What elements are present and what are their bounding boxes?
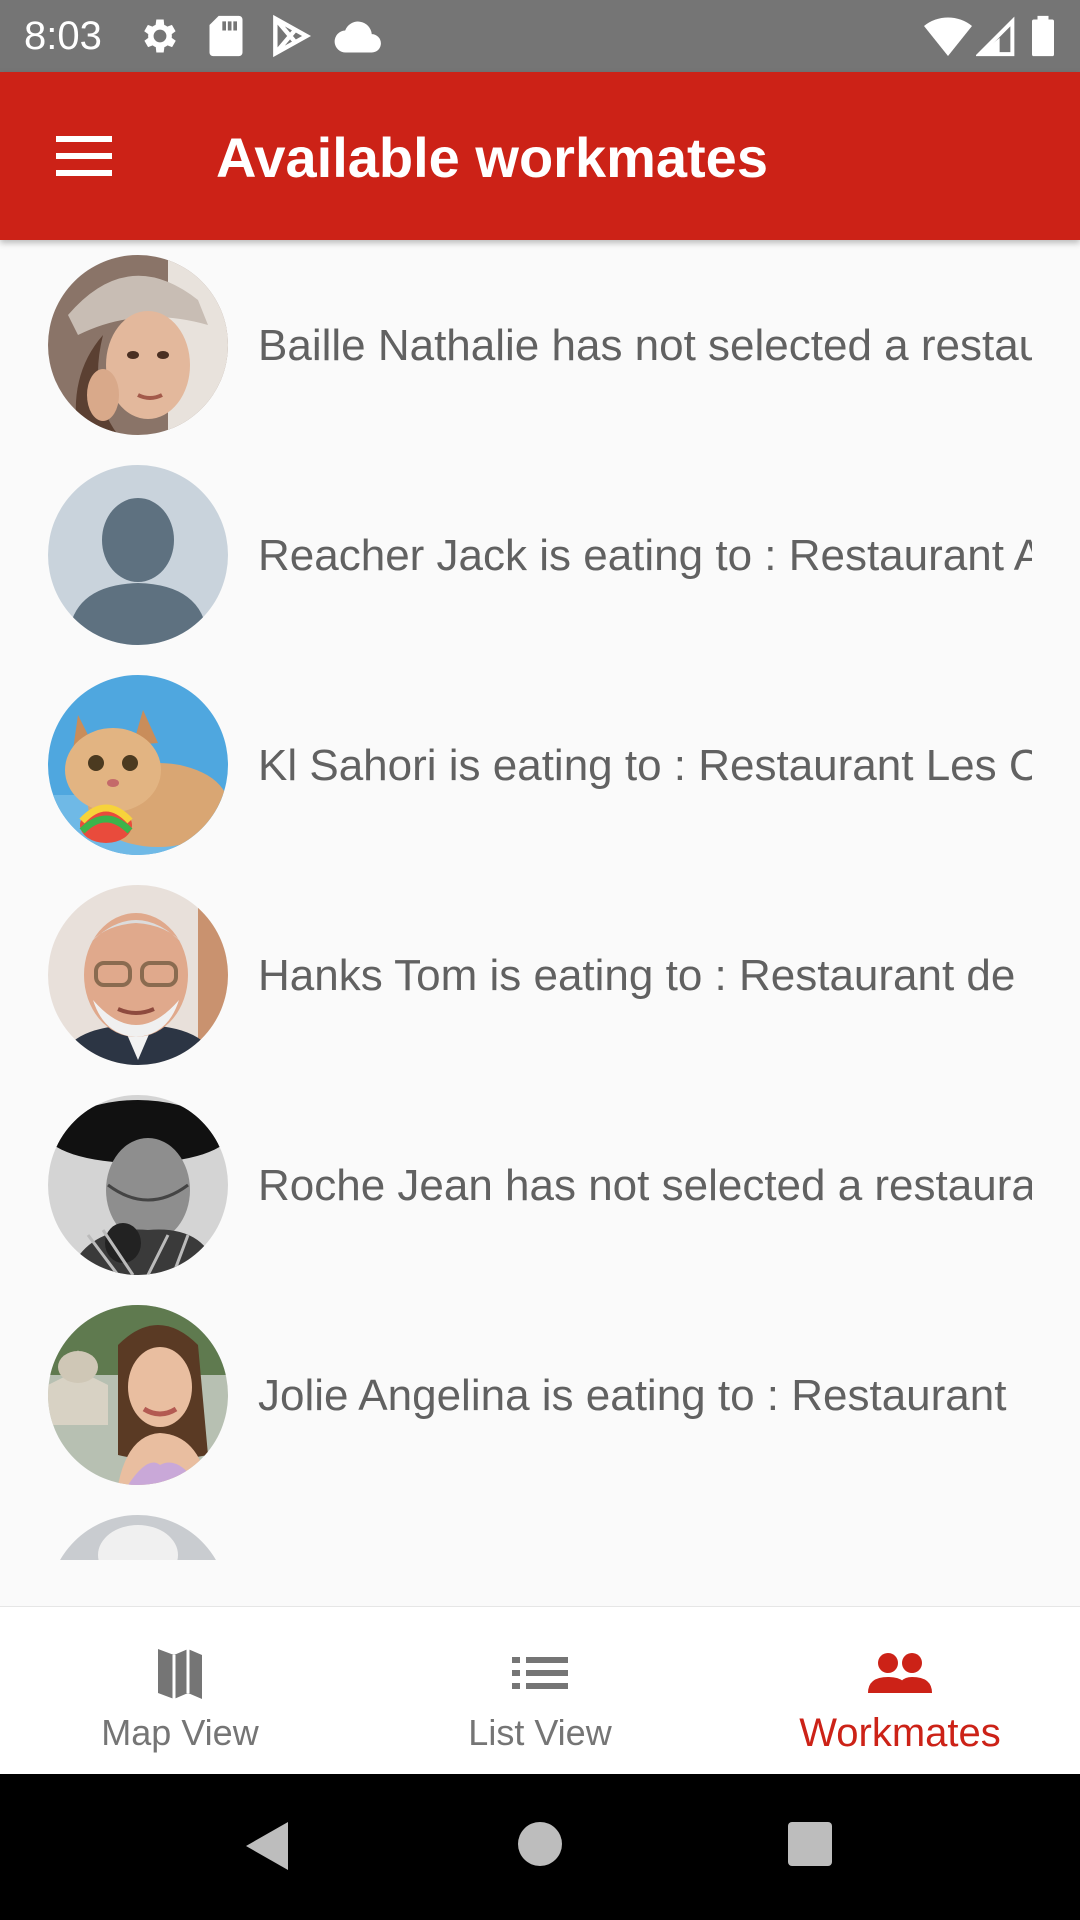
workmate-row[interactable]: Jolie Angelina is eating to : Restaurant: [0, 1290, 1080, 1500]
workmate-status-text: Reacher Jack is eating to : Restaurant A: [258, 531, 1032, 580]
status-time: 8:03: [24, 14, 102, 58]
recents-button[interactable]: [786, 1820, 834, 1868]
workmate-row[interactable]: Kl Sahori is eating to : Restaurant Les …: [0, 660, 1080, 870]
nav-item-workmates[interactable]: Workmates: [720, 1607, 1080, 1775]
status-bar: 8:03: [0, 0, 1080, 72]
nav-label: List View: [468, 1712, 612, 1753]
wifi-icon: [924, 17, 972, 57]
workmate-status-text: Roche Jean has not selected a restaurant…: [258, 1161, 1032, 1210]
nav-item-list-view[interactable]: List View: [360, 1607, 720, 1775]
workmate-status-text: Hanks Tom is eating to : Restaurant de: [258, 951, 1016, 1000]
nav-item-map-view[interactable]: Map View: [0, 1607, 360, 1775]
workmate-row[interactable]: Hanks Tom is eating to : Restaurant de: [0, 870, 1080, 1080]
workmate-status-text: Jolie Angelina is eating to : Restaurant: [258, 1371, 1007, 1420]
home-button[interactable]: [516, 1820, 564, 1868]
workmate-status-text: Baille Nathalie has not selected a resta…: [258, 321, 1032, 370]
workmate-row[interactable]: Reacher Jack is eating to : Restaurant A: [0, 450, 1080, 660]
avatar: [48, 885, 228, 1065]
nav-label: Map View: [101, 1712, 259, 1753]
system-navigation-bar: [0, 1774, 1080, 1920]
gear-icon: [144, 19, 176, 53]
battery-icon: [1032, 15, 1054, 57]
avatar: [48, 675, 228, 855]
menu-button[interactable]: [40, 116, 128, 196]
workmate-row[interactable]: Baille Nathalie has not selected a resta…: [0, 240, 1080, 450]
avatar: [48, 1095, 228, 1275]
nav-label: Workmates: [799, 1711, 1001, 1755]
cell-signal-icon: [976, 16, 1015, 57]
people-icon: [868, 1653, 932, 1693]
avatar: [48, 1515, 228, 1560]
hamburger-menu-icon: [56, 136, 112, 176]
bottom-navigation: Map View List View Workmates: [0, 1606, 1080, 1775]
workmate-status-text: Kl Sahori is eating to : Restaurant Les …: [258, 741, 1032, 790]
workmates-list[interactable]: Baille Nathalie has not selected a resta…: [0, 240, 1080, 1560]
map-icon: [158, 1649, 202, 1699]
page-title: Available workmates: [216, 126, 768, 189]
workmate-row[interactable]: [0, 1500, 1080, 1560]
play-store-icon: [273, 14, 312, 58]
cloud-icon: [334, 21, 381, 53]
avatar: [48, 255, 228, 435]
list-icon: [512, 1657, 568, 1689]
avatar: [48, 1305, 228, 1485]
back-button[interactable]: [240, 1818, 292, 1874]
workmate-row[interactable]: Roche Jean has not selected a restaurant…: [0, 1080, 1080, 1290]
sd-card-icon: [209, 15, 243, 57]
avatar: [48, 465, 228, 645]
app-bar: Available workmates: [0, 72, 1080, 240]
